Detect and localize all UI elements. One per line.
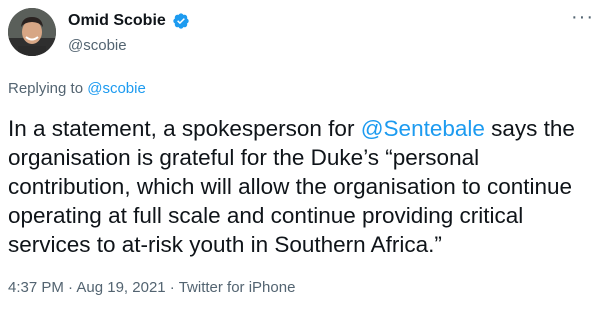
author-handle[interactable]: @scobie <box>68 37 127 54</box>
avatar-photo <box>8 8 56 56</box>
tweet-text-before: In a statement, a spokesperson for <box>8 116 361 141</box>
tweet-meta: 4:37 PM · Aug 19, 2021 · Twitter for iPh… <box>8 279 295 296</box>
tweet-time-link[interactable]: 4:37 PM <box>8 279 64 296</box>
author-name-row[interactable]: Omid Scobie <box>68 12 190 30</box>
author-display-name[interactable]: Omid Scobie <box>68 12 166 30</box>
replying-to-mention-link[interactable]: @scobie <box>87 80 146 97</box>
tweet-source-link[interactable]: Twitter for iPhone <box>179 279 296 296</box>
sentebale-mention-link[interactable]: @Sentebale <box>361 116 485 141</box>
more-icon[interactable]: ··· <box>571 6 594 29</box>
replying-to: Replying to @scobie <box>8 80 146 97</box>
avatar[interactable] <box>8 8 56 56</box>
tweet-date-link[interactable]: Aug 19, 2021 <box>76 279 165 296</box>
meta-separator: · <box>63 279 77 296</box>
tweet-text: In a statement, a spokesperson for @Sent… <box>8 114 596 259</box>
replying-to-prefix: Replying to <box>8 80 88 97</box>
meta-separator-2: · <box>165 279 179 296</box>
verified-badge-icon <box>172 12 190 30</box>
